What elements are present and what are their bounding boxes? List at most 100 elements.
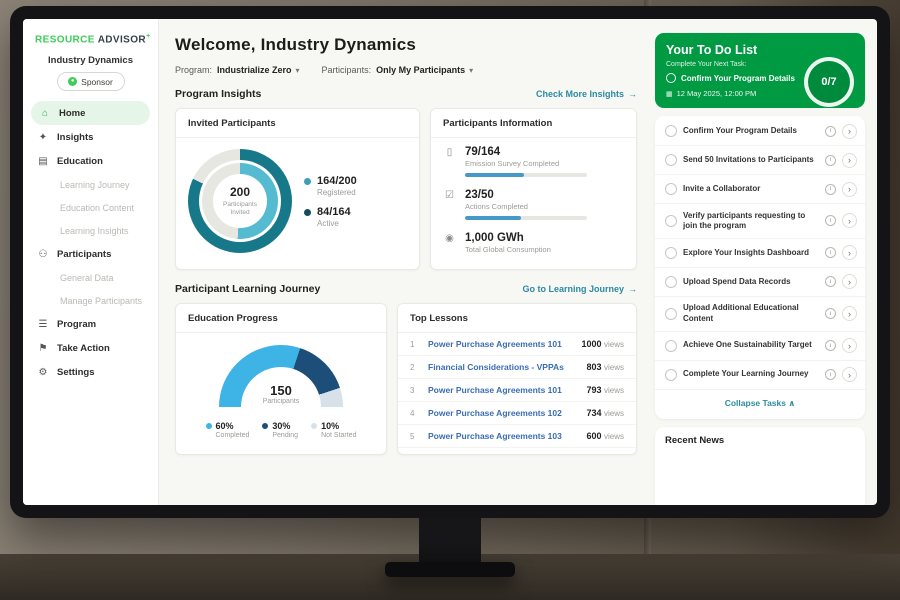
program-filter-dropdown[interactable]: Industrialize Zero ▾ bbox=[217, 65, 300, 75]
chevron-right-icon[interactable]: › bbox=[842, 274, 857, 289]
sidebar-item-settings[interactable]: ⚙ Settings bbox=[23, 360, 158, 384]
sidebar-item-program[interactable]: ☰ Program bbox=[23, 312, 158, 336]
sidebar-item-learning-insights[interactable]: Learning Insights bbox=[23, 219, 158, 242]
chevron-right-icon[interactable]: › bbox=[842, 153, 857, 168]
info-label: Actions Completed bbox=[465, 202, 587, 211]
sidebar-item-home[interactable]: ⌂ Home bbox=[31, 101, 150, 125]
invited-participants-card: Invited Participants 200 Participants In… bbox=[175, 108, 420, 270]
sidebar: RESOURCE ADVISOR+ Industry Dynamics ● Sp… bbox=[23, 19, 159, 505]
task-checkbox[interactable] bbox=[665, 308, 677, 320]
go-to-learning-journey-link[interactable]: Go to Learning Journey → bbox=[522, 284, 637, 294]
task-checkbox[interactable] bbox=[665, 276, 677, 288]
nav-item-label: Insights bbox=[57, 132, 93, 143]
task-row[interactable]: Achieve One Sustainability Target i › bbox=[655, 332, 865, 361]
legend-dot bbox=[262, 423, 268, 429]
task-row[interactable]: Confirm Your Program Details i › bbox=[655, 117, 865, 146]
nav-item-icon: ▤ bbox=[37, 156, 49, 167]
participants-filter-dropdown[interactable]: Only My Participants ▾ bbox=[376, 65, 473, 75]
task-row[interactable]: Upload Additional Educational Content i … bbox=[655, 297, 865, 332]
task-checkbox[interactable] bbox=[665, 247, 677, 259]
card-title: Participants Information bbox=[431, 109, 636, 138]
sidebar-item-learning-journey[interactable]: Learning Journey bbox=[23, 173, 158, 196]
nav-item-label: Learning Journey bbox=[60, 180, 130, 190]
progress-bar bbox=[465, 216, 587, 220]
chevron-right-icon[interactable]: › bbox=[842, 213, 857, 228]
sidebar-item-insights[interactable]: ✦ Insights bbox=[23, 125, 158, 149]
sidebar-item-participants[interactable]: ⚇ Participants bbox=[23, 242, 158, 266]
info-row: ◉ 1,000 GWh Total Global Consumption bbox=[431, 224, 636, 258]
task-checkbox[interactable] bbox=[665, 369, 677, 381]
sidebar-item-general-data[interactable]: General Data bbox=[23, 266, 158, 289]
lesson-row: 3 Power Purchase Agreements 101 793 view… bbox=[398, 379, 636, 402]
task-label: Explore Your Insights Dashboard bbox=[683, 248, 819, 258]
legend-item: 84/164 Active bbox=[304, 206, 357, 228]
task-checkbox[interactable] bbox=[665, 183, 677, 195]
chevron-right-icon[interactable]: › bbox=[842, 245, 857, 260]
sidebar-item-education-content[interactable]: Education Content bbox=[23, 196, 158, 219]
sidebar-item-manage-participants[interactable]: Manage Participants bbox=[23, 289, 158, 312]
legend-item: 164/200 Registered bbox=[304, 175, 357, 197]
info-icon[interactable]: i bbox=[825, 155, 836, 166]
check-more-insights-link[interactable]: Check More Insights → bbox=[536, 89, 637, 99]
task-row[interactable]: Complete Your Learning Journey i › bbox=[655, 361, 865, 390]
collapse-tasks-link[interactable]: Collapse Tasks ∧ bbox=[655, 390, 865, 418]
info-icon[interactable]: i bbox=[825, 215, 836, 226]
top-lessons-card: Top Lessons 1 Power Purchase Agreements … bbox=[397, 303, 637, 455]
task-row[interactable]: Send 50 Invitations to Participants i › bbox=[655, 146, 865, 175]
info-icon[interactable]: i bbox=[825, 369, 836, 380]
lesson-link[interactable]: Power Purchase Agreements 102 bbox=[428, 408, 578, 418]
nav-item-label: Take Action bbox=[57, 343, 110, 354]
info-icon[interactable]: i bbox=[825, 247, 836, 258]
info-icon[interactable]: i bbox=[825, 276, 836, 287]
lesson-link[interactable]: Power Purchase Agreements 103 bbox=[428, 431, 578, 441]
info-label: Emission Survey Completed bbox=[465, 159, 587, 168]
info-icon[interactable]: i bbox=[825, 308, 836, 319]
learning-journey-title: Participant Learning Journey bbox=[175, 283, 320, 295]
task-checkbox[interactable] bbox=[665, 125, 677, 137]
info-icon[interactable]: i bbox=[825, 184, 836, 195]
lesson-views: 803 views bbox=[586, 362, 624, 372]
invited-card-body: 200 Participants Invited 164/200 bbox=[176, 138, 419, 264]
sponsor-badge[interactable]: ● Sponsor bbox=[57, 72, 125, 91]
sidebar-item-take-action[interactable]: ⚑ Take Action bbox=[23, 336, 158, 360]
lesson-link[interactable]: Power Purchase Agreements 101 bbox=[428, 339, 573, 349]
legend-dot bbox=[311, 423, 317, 429]
chevron-right-icon[interactable]: › bbox=[842, 182, 857, 197]
program-insights-header: Program Insights Check More Insights → bbox=[175, 88, 637, 100]
next-task-row[interactable]: Confirm Your Program Details bbox=[666, 73, 806, 83]
sidebar-item-education[interactable]: ▤ Education bbox=[23, 149, 158, 173]
info-value: 23/50 bbox=[465, 189, 587, 201]
lesson-link[interactable]: Financial Considerations - VPPAs bbox=[428, 362, 578, 372]
nav-item-label: Education Content bbox=[60, 203, 134, 213]
info-icon[interactable]: i bbox=[825, 340, 836, 351]
legend-item: 60% Completed bbox=[206, 421, 250, 439]
task-label: Verify participants requesting to join t… bbox=[683, 211, 819, 232]
task-checkbox[interactable] bbox=[665, 215, 677, 227]
task-checkbox[interactable] bbox=[666, 73, 676, 83]
learning-journey-header: Participant Learning Journey Go to Learn… bbox=[175, 283, 637, 295]
gauge-center: 150 Participants bbox=[176, 383, 386, 405]
task-label: Upload Additional Educational Content bbox=[683, 303, 819, 324]
gauge-label: Participants bbox=[176, 398, 386, 405]
info-icon[interactable]: i bbox=[825, 126, 836, 137]
chevron-right-icon[interactable]: › bbox=[842, 338, 857, 353]
nav-item-label: Manage Participants bbox=[60, 296, 142, 306]
task-row[interactable]: Verify participants requesting to join t… bbox=[655, 204, 865, 239]
task-row[interactable]: Invite a Collaborator i › bbox=[655, 175, 865, 204]
lesson-rank: 1 bbox=[410, 340, 420, 349]
task-row[interactable]: Explore Your Insights Dashboard i › bbox=[655, 239, 865, 268]
lesson-views: 793 views bbox=[586, 385, 624, 395]
lesson-link[interactable]: Power Purchase Agreements 101 bbox=[428, 385, 578, 395]
chevron-right-icon[interactable]: › bbox=[842, 124, 857, 139]
chevron-right-icon[interactable]: › bbox=[842, 367, 857, 382]
chevron-right-icon[interactable]: › bbox=[842, 306, 857, 321]
info-value: 1,000 GWh bbox=[465, 232, 551, 244]
task-checkbox[interactable] bbox=[665, 154, 677, 166]
task-row[interactable]: Upload Spend Data Records i › bbox=[655, 268, 865, 297]
task-label: Invite a Collaborator bbox=[683, 184, 819, 194]
task-checkbox[interactable] bbox=[665, 340, 677, 352]
legend-label: Active bbox=[317, 219, 351, 228]
main-content: Welcome, Industry Dynamics Program: Indu… bbox=[159, 19, 651, 505]
program-filter: Program: Industrialize Zero ▾ bbox=[175, 65, 300, 75]
legend-dot bbox=[206, 423, 212, 429]
